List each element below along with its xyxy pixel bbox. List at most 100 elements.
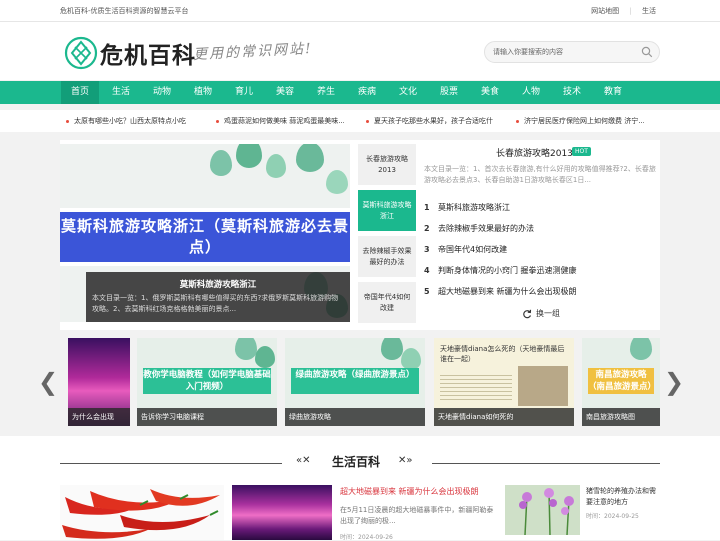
slide-tab-active[interactable]: 莫斯科旅游攻略浙江	[358, 190, 416, 231]
chili-pepper-icon	[62, 489, 220, 539]
feature-area: 莫斯科旅游攻略浙江（莫斯科旅游必去景点） 莫斯科旅游攻略浙江 本文目录一览：1、…	[60, 140, 660, 330]
leaf-decoration	[326, 170, 348, 194]
feature-slide[interactable]: 莫斯科旅游攻略浙江（莫斯科旅游必去景点） 莫斯科旅游攻略浙江 本文目录一览：1、…	[60, 144, 350, 322]
news-ticker: 太原有哪些小吃？山西太原特点小吃 鸡蛋蒜泥如何做美味 蒜泥鸡蛋最美味... 夏天…	[0, 110, 720, 132]
top-bar: 危机百科-优质生活百科资源的智慧云平台 网站地图 | 生活	[0, 0, 720, 22]
search-input[interactable]	[493, 45, 633, 59]
leaf-decoration	[210, 150, 232, 176]
news-item: 超大地磁暴到来 新疆为什么会出现极朗 在5月11日凌晨的超大地磁暴事件中，新疆阿…	[340, 486, 500, 541]
leaf-decoration	[235, 338, 257, 360]
carousel-banner: 教你学电脑教程（如何学电脑基础入门视频）	[143, 368, 271, 394]
site-slogan: 危机百科-优质生活百科资源的智慧云平台	[60, 7, 189, 15]
carousel-item[interactable]: 绿曲旅游攻略（绿曲旅游景点） 绿曲旅游攻略	[285, 338, 425, 426]
nav-item-education[interactable]: 教育	[594, 81, 632, 104]
top-links: 网站地图 | 生活	[583, 6, 656, 16]
slide-caption: 莫斯科旅游攻略浙江 本文目录一览：1、俄罗斯莫斯科有哪些值得买的东西?求俄罗斯莫…	[86, 272, 350, 322]
leaf-decoration	[296, 144, 324, 172]
carousel-item[interactable]: 天地豪情diana怎么死的（天地豪情最后谁在一起） 天地豪情diana如何死的	[434, 338, 574, 426]
list-item[interactable]: 4 判断身体情况的小窍门 握拳迅速测健康	[424, 265, 660, 276]
news-title[interactable]: 猪雪轮的养殖办法和需要注意的地方	[586, 486, 660, 508]
carousel-item[interactable]: 南昌旅游攻略（南昌旅游景点） 南昌旅游攻略图	[582, 338, 660, 426]
carousel-label: 为什么会出现	[68, 408, 130, 426]
news-date: 时间：2024-09-25	[586, 513, 639, 520]
carousel-label: 南昌旅游攻略图	[582, 408, 660, 426]
slide-banner-text: 莫斯科旅游攻略浙江（莫斯科旅游必去景点）	[60, 217, 349, 256]
chevron-left-icon[interactable]: ❮	[38, 368, 58, 396]
site-header: 危机百科 更用的常识网站!	[0, 22, 720, 80]
main-nav: 首页 生活 动物 植物 育儿 美容 养生 疾病 文化 股票 美食 人物 技术 教…	[0, 81, 720, 104]
flower-image[interactable]	[505, 485, 580, 535]
nav-item-home[interactable]: 首页	[61, 81, 99, 104]
list-item[interactable]: 5 超大地磁暴到来 新疆为什么会出现极朗	[424, 286, 660, 297]
text-lines-decoration	[440, 372, 512, 402]
nav-item-plants[interactable]: 植物	[184, 81, 222, 104]
photo-thumbnail	[518, 366, 568, 406]
life-link[interactable]: 生活	[642, 7, 656, 15]
nav-item-parenting[interactable]: 育儿	[225, 81, 263, 104]
news-item: 猪雪轮的养殖办法和需要注意的地方 时间：2024-09-25	[586, 486, 660, 520]
slide-tab[interactable]: 长春旅游攻略2013	[358, 144, 416, 185]
sitemap-link[interactable]: 网站地图	[591, 7, 619, 15]
bullet-icon	[516, 119, 519, 123]
ornament-icon: «✕	[296, 455, 311, 466]
swap-button[interactable]: 换一组	[522, 308, 560, 319]
hot-summary: 本文目录一览：1、首次去长春旅游,有什么好用的攻略值得推荐?2、长春旅游攻略必去…	[424, 165, 656, 184]
life-section: «✕ 生活百科 ✕» 超大地磁暴到来 新疆为什么会出现极朗 在5月11日凌晨的超…	[0, 436, 720, 541]
flower-icon	[519, 488, 574, 535]
refresh-icon	[523, 309, 532, 318]
ornament-icon: ✕»	[398, 455, 413, 466]
carousel-item[interactable]: 教你学电脑教程（如何学电脑基础入门视频） 告诉你学习电脑课程	[137, 338, 277, 426]
nav-item-animals[interactable]: 动物	[143, 81, 181, 104]
slide-caption-title[interactable]: 莫斯科旅游攻略浙江	[86, 278, 350, 290]
nav-item-disease[interactable]: 疾病	[348, 81, 386, 104]
hot-panel: 长春旅游攻略2013 HOT 本文目录一览：1、首次去长春旅游,有什么好用的攻略…	[424, 140, 660, 330]
carousel-item[interactable]: 为什么会出现	[68, 338, 130, 426]
slide-tab[interactable]: 去除辣椒手效果最好的办法	[358, 236, 416, 277]
nav-item-health[interactable]: 养生	[307, 81, 345, 104]
nav-item-culture[interactable]: 文化	[389, 81, 427, 104]
list-item[interactable]: 1 莫斯科旅游攻略浙江	[424, 202, 660, 213]
bullet-icon	[366, 119, 369, 123]
carousel-banner: 绿曲旅游攻略（绿曲旅游景点）	[291, 368, 419, 394]
link-divider: |	[629, 7, 632, 15]
slide-banner: 莫斯科旅游攻略浙江（莫斯科旅游必去景点）	[60, 208, 350, 266]
leaf-decoration	[630, 338, 652, 360]
ticker-item[interactable]: 夏天孩子吃那些水果好，孩子合适吃什	[366, 116, 494, 126]
nav-item-beauty[interactable]: 美容	[266, 81, 304, 104]
ticker-item[interactable]: 鸡蛋蒜泥如何做美味 蒜泥鸡蛋最美味...	[216, 116, 344, 126]
ticker-item[interactable]: 太原有哪些小吃？山西太原特点小吃	[66, 116, 194, 126]
nav-item-stocks[interactable]: 股票	[430, 81, 468, 104]
site-tagline: 更用的常识网站!	[192, 40, 314, 64]
leaf-decoration	[401, 348, 421, 370]
slide-tab[interactable]: 帝国年代4如何改建	[358, 282, 416, 323]
pepper-image[interactable]	[60, 485, 224, 540]
leaf-decoration	[236, 144, 262, 168]
search-box	[484, 41, 660, 63]
logo-icon[interactable]	[64, 36, 98, 70]
news-desc: 在5月11日凌晨的超大地磁暴事件中，新疆阿勒泰出现了绚丽的极...	[340, 506, 494, 525]
nav-item-people[interactable]: 人物	[512, 81, 550, 104]
list-item[interactable]: 2 去除辣椒手效果最好的办法	[424, 223, 660, 234]
nav-item-life[interactable]: 生活	[102, 81, 140, 104]
divider	[60, 463, 282, 464]
leaf-decoration	[381, 338, 403, 360]
bullet-icon	[216, 119, 219, 123]
nav-item-tech[interactable]: 技术	[553, 81, 591, 104]
slide-tabs: 长春旅游攻略2013 莫斯科旅游攻略浙江 去除辣椒手效果最好的办法 帝国年代4如…	[358, 144, 418, 323]
carousel-label: 天地豪情diana如何死的	[434, 408, 574, 426]
list-item[interactable]: 3 帝国年代4如何改建	[424, 244, 660, 255]
search-icon[interactable]	[641, 46, 653, 58]
leaf-decoration	[266, 154, 286, 178]
news-title[interactable]: 超大地磁暴到来 新疆为什么会出现极朗	[340, 486, 500, 497]
logo-text[interactable]: 危机百科	[100, 36, 196, 70]
hot-badge: HOT	[572, 147, 591, 156]
ticker-item[interactable]: 济宁居民医疗保险网上如何缴费 济宁...	[516, 116, 644, 126]
leaf-decoration	[255, 346, 275, 368]
nav-item-food[interactable]: 美食	[471, 81, 509, 104]
chevron-right-icon[interactable]: ❯	[664, 368, 684, 396]
slide-caption-desc: 本文目录一览：1、俄罗斯莫斯科有哪些值得买的东西?求俄罗斯莫斯科旅游购物攻略。2…	[92, 294, 339, 313]
aurora-image[interactable]	[232, 485, 332, 540]
divider	[432, 463, 660, 464]
hot-title[interactable]: 长春旅游攻略2013	[496, 146, 573, 159]
carousel-banner: 天地豪情diana怎么死的（天地豪情最后谁在一起）	[440, 345, 565, 363]
